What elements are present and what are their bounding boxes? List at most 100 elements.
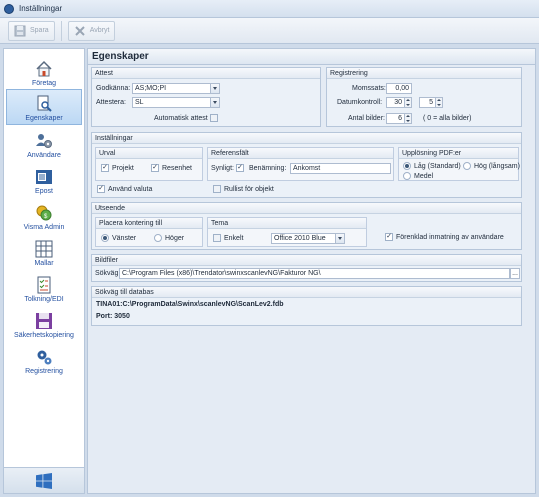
placera-vanster-radio[interactable] [101, 234, 109, 242]
main-panel: Egenskaper Attest Godkänna: AS;MO;PI Att… [87, 48, 536, 494]
upplosning-lag-radio[interactable] [403, 162, 411, 170]
utseende-group: Utseende Placera kontering till Vänster … [91, 202, 522, 250]
antal-bilder-note: ( 0 = alla bilder) [423, 115, 472, 122]
synligt-label: Synligt: [211, 165, 234, 172]
browse-button[interactable]: ... [510, 268, 520, 279]
godkanna-value: AS;MO;PI [135, 85, 167, 92]
resenhet-checkbox[interactable]: ✓ [151, 164, 159, 172]
rullist-label: Rullist för objekt [224, 186, 274, 193]
database-path: TINA01:C:\ProgramData\Swinx\scanlevNG\Sc… [96, 301, 284, 308]
upplosning-medel-radio[interactable] [403, 172, 411, 180]
momssats-input[interactable]: 0,00 [386, 83, 412, 94]
forenklad-label: Förenklad inmatning av användare [396, 234, 504, 241]
gears-icon [37, 350, 52, 365]
chevron-down-icon[interactable] [210, 98, 219, 107]
datumkontroll-spinner-2[interactable]: 5 [419, 97, 443, 108]
sidebar-item-label: Egenskaper [25, 115, 63, 122]
upplosning-hog-label: Hög (långsam) [474, 163, 520, 170]
placera-group-title: Placera kontering till [96, 218, 202, 229]
spinner-arrows-icon[interactable] [404, 114, 411, 123]
cancel-button-label: Avbryt [89, 27, 110, 34]
auto-attest-label: Automatisk attest [154, 115, 208, 122]
forenklad-checkbox[interactable]: ✓ [385, 233, 393, 241]
datumkontroll-value-2: 5 [429, 99, 433, 106]
upplosning-lag-label: Låg (Standard) [414, 163, 461, 170]
synligt-checkbox[interactable]: ✓ [236, 164, 244, 172]
antal-bilder-spinner[interactable]: 6 [386, 113, 412, 124]
sidebar-item-tolkning-edi[interactable]: Tolkning/EDI [6, 269, 82, 305]
sidebar-item-anvandare[interactable]: Användare [6, 125, 82, 161]
anvand-valuta-checkbox[interactable]: ✓ [97, 185, 105, 193]
attest-group-title: Attest [92, 68, 320, 79]
close-icon [74, 25, 85, 36]
enkelt-label: Enkelt [224, 235, 244, 242]
save-button[interactable]: Spara [8, 20, 55, 41]
tema-group-title: Tema [208, 218, 366, 229]
toolbar: Spara Avbryt [0, 18, 539, 44]
users-gear-icon [36, 134, 52, 148]
bildfiler-group-title: Bildfiler [92, 255, 521, 266]
momssats-label: Momssats: [352, 85, 386, 92]
godkanna-label: Godkänna: [96, 85, 131, 92]
home-icon [36, 60, 52, 77]
sidebar-item-egenskaper[interactable]: Egenskaper [6, 89, 82, 125]
sokvag-label: Sökväg: [95, 270, 121, 277]
godkanna-combo[interactable]: AS;MO;PI [132, 83, 220, 94]
urval-group-title: Urval [96, 148, 202, 159]
chevron-down-icon[interactable] [335, 234, 344, 243]
sidebar-item-registrering[interactable]: Registrering [6, 341, 82, 377]
window-title: Inställningar [19, 4, 63, 13]
sidebar-item-epost[interactable]: Epost [6, 161, 82, 197]
antal-bilder-value: 6 [398, 115, 402, 122]
floppy-icon [36, 313, 52, 329]
placera-hoger-radio[interactable] [154, 234, 162, 242]
spinner-arrows-icon[interactable] [435, 98, 442, 107]
sidebar-item-label: Registrering [25, 368, 63, 375]
page-title: Egenskaper [88, 49, 535, 65]
document-search-icon [37, 95, 52, 112]
sidebar-item-label: Företag [31, 80, 57, 87]
checklist-icon [37, 276, 51, 294]
windows-logo-icon[interactable] [36, 472, 52, 489]
database-port: Port: 3050 [96, 313, 130, 320]
datumkontroll-spinner-1[interactable]: 30 [386, 97, 412, 108]
rullist-checkbox[interactable] [213, 185, 221, 193]
upplosning-group-title: Upplösning PDF:er [399, 148, 518, 159]
referensfalt-group: Referensfält Synligt: ✓ Benämning: Ankom… [207, 147, 394, 181]
sidebar-item-mallar[interactable]: Mallar [6, 233, 82, 269]
cancel-button[interactable]: Avbryt [67, 20, 116, 41]
grid-template-icon [35, 240, 53, 258]
benamning-label: Benämning: [249, 165, 287, 172]
placera-vanster-label: Vänster [112, 235, 137, 242]
datumkontroll-label: Datumkontroll: [337, 99, 383, 106]
auto-attest-checkbox[interactable] [210, 114, 218, 122]
upplosning-medel-label: Medel [414, 173, 434, 180]
registrering-group: Registrering Momssats: 0,00 Datumkontrol… [326, 67, 522, 127]
chevron-down-icon[interactable] [210, 84, 219, 93]
upplosning-hog-radio[interactable] [463, 162, 471, 170]
sidebar-item-visma-admin[interactable]: $ Visma Admin [6, 197, 82, 233]
sidebar-item-label: Visma Admin [23, 224, 65, 231]
sokvag-input[interactable]: C:\Program Files (x86)\Trendator\swinxsc… [119, 268, 510, 279]
projekt-checkbox[interactable]: ✓ [101, 164, 109, 172]
projekt-label: Projekt [112, 165, 134, 172]
theme-combo[interactable]: Office 2010 Blue [271, 233, 345, 244]
sidebar-item-foretag[interactable]: Företag [6, 53, 82, 89]
urval-group: Urval ✓ Projekt ✓ Resenhet [95, 147, 203, 181]
placera-group: Placera kontering till Vänster Höger [95, 217, 203, 247]
sidebar-item-label: Användare [27, 152, 61, 159]
attestera-combo[interactable]: SL [132, 97, 220, 108]
spinner-arrows-icon[interactable] [404, 98, 411, 107]
attestera-value: SL [135, 99, 144, 106]
sidebar-item-sakerhetskopiering[interactable]: Säkerhetskopiering [6, 305, 82, 341]
app-icon [4, 3, 14, 14]
upplosning-group: Upplösning PDF:er Låg (Standard) Hög (lå… [398, 147, 520, 181]
save-button-label: Spara [30, 27, 49, 34]
registrering-group-title: Registrering [327, 68, 521, 79]
placera-hoger-label: Höger [165, 235, 185, 242]
databas-group-title: Sökväg till databas [92, 287, 521, 298]
benamning-input[interactable]: Ankomst [290, 163, 391, 174]
sidebar: Företag Egenskaper Användare Epost $ Vis… [3, 48, 85, 494]
enkelt-checkbox[interactable] [213, 234, 221, 242]
antal-bilder-label: Antal bilder: [348, 115, 385, 122]
